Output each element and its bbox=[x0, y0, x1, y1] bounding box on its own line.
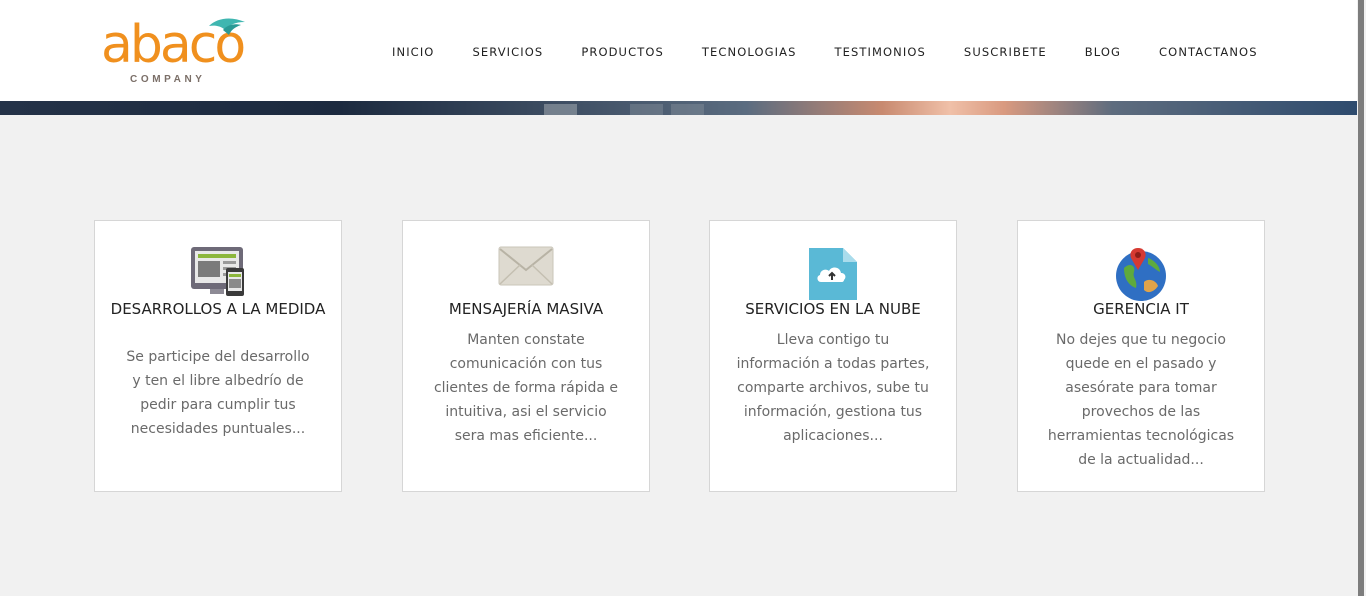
abaco-logo[interactable]: abaco COMPANY bbox=[101, 16, 251, 88]
cloud-upload-file-icon bbox=[809, 248, 857, 300]
globe-pin-icon bbox=[1116, 248, 1166, 301]
card-description: Lleva contigo tu información a todas par… bbox=[736, 332, 930, 444]
logo-subtitle: COMPANY bbox=[130, 74, 206, 85]
nav-blog[interactable]: BLOG bbox=[1085, 44, 1121, 60]
banner-detail bbox=[544, 104, 577, 115]
card-title: GERENCIA IT bbox=[1093, 300, 1189, 318]
site-header: abaco COMPANY INICIO SERVICIOS PRODUCTOS… bbox=[0, 0, 1357, 101]
nav-inicio[interactable]: INICIO bbox=[392, 44, 434, 60]
card-title: DESARROLLOS A LA MEDIDA bbox=[110, 300, 326, 318]
nav-testimonios[interactable]: TESTIMONIOS bbox=[834, 44, 925, 60]
web-mobile-icon bbox=[191, 247, 244, 296]
main-nav: INICIO SERVICIOS PRODUCTOS TECNOLOGIAS T… bbox=[392, 44, 1258, 60]
banner-detail bbox=[671, 104, 704, 115]
service-card-gerencia[interactable]: GERENCIA IT No dejes que tu negocio qued… bbox=[1017, 220, 1265, 492]
service-card-desarrollos[interactable]: DESARROLLOS A LA MEDIDA Se participe del… bbox=[94, 220, 342, 492]
nav-contactanos[interactable]: CONTACTANOS bbox=[1159, 44, 1258, 60]
card-title: SERVICIOS EN LA NUBE bbox=[745, 300, 921, 318]
card-description: Se participe del desarrollo y ten el lib… bbox=[126, 349, 310, 437]
scrollbar-thumb[interactable] bbox=[1358, 0, 1364, 596]
nav-productos[interactable]: PRODUCTOS bbox=[581, 44, 664, 60]
nav-suscribete[interactable]: SUSCRIBETE bbox=[964, 44, 1047, 60]
nav-servicios[interactable]: SERVICIOS bbox=[472, 44, 543, 60]
page: abaco COMPANY INICIO SERVICIOS PRODUCTOS… bbox=[0, 0, 1357, 596]
banner-detail bbox=[630, 104, 663, 115]
nav-tecnologias[interactable]: TECNOLOGIAS bbox=[702, 44, 797, 60]
card-description: No dejes que tu negocio quede en el pasa… bbox=[1047, 332, 1235, 468]
envelope-icon bbox=[498, 246, 554, 286]
bird-icon bbox=[209, 18, 245, 35]
card-description: Manten constate comunicación con tus cli… bbox=[433, 332, 619, 444]
hero-banner-strip bbox=[0, 101, 1357, 115]
service-card-nube[interactable]: SERVICIOS EN LA NUBE Lleva contigo tu in… bbox=[709, 220, 957, 492]
card-title: MENSAJERÍA MASIVA bbox=[448, 300, 604, 318]
service-card-mensajeria[interactable]: MENSAJERÍA MASIVA Manten constate comuni… bbox=[402, 220, 650, 492]
scrollbar[interactable] bbox=[1357, 0, 1366, 596]
